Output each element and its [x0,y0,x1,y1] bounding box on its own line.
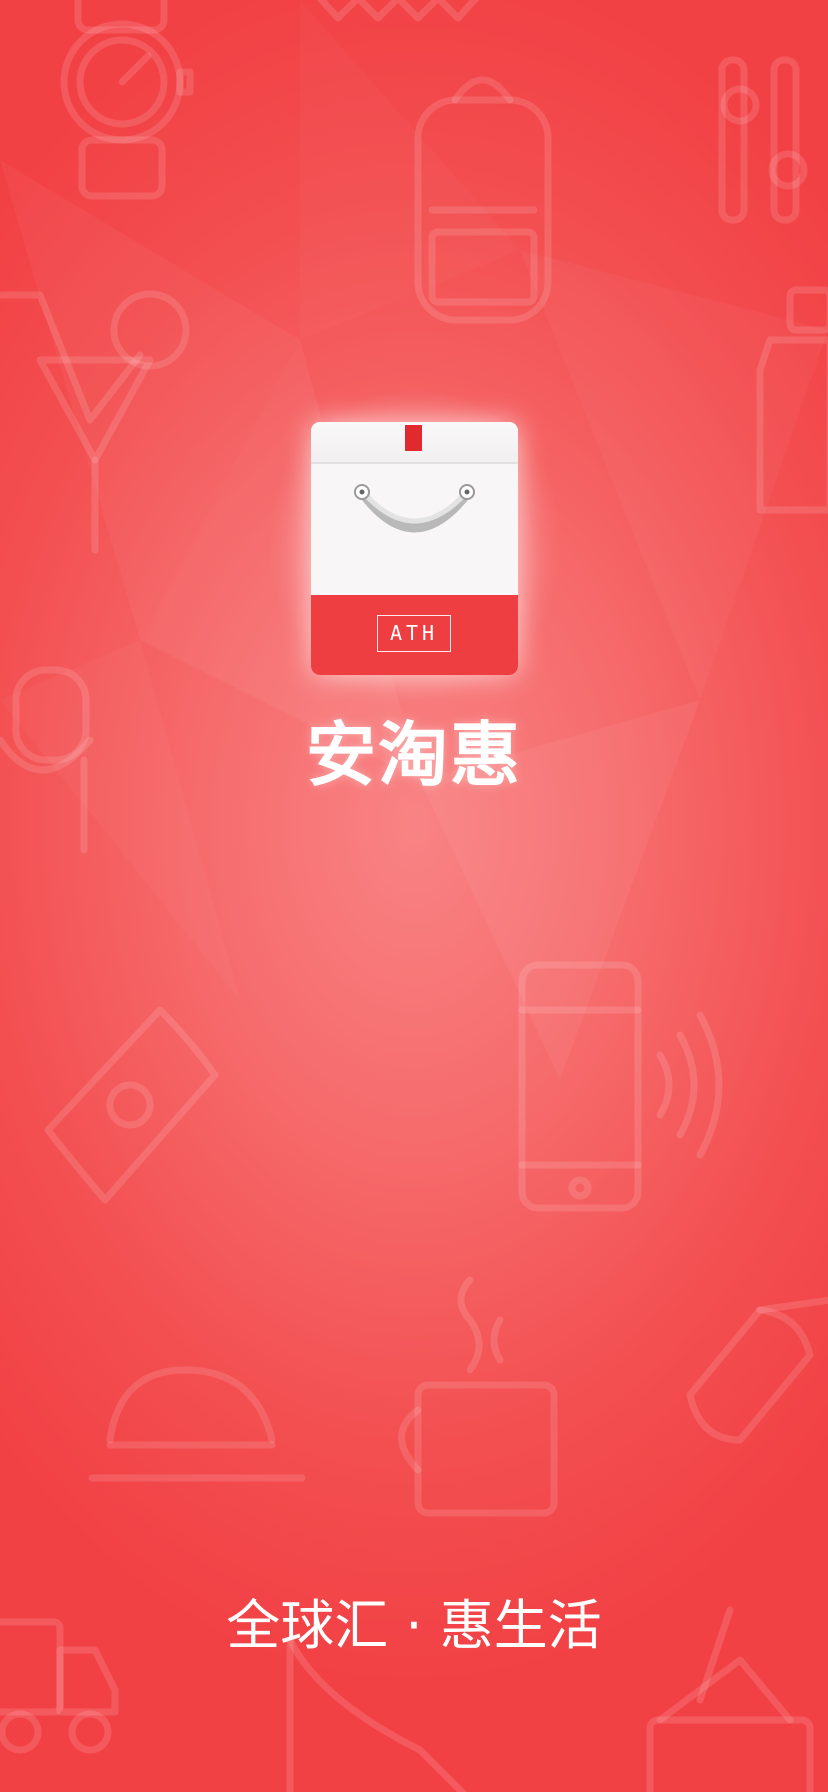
money-bill-icon [44,1006,219,1204]
hard-hat-icon [88,1366,306,1482]
app-name-title: 安淘惠 [306,714,522,796]
watch-icon [60,0,194,200]
splash-background [0,0,828,1792]
signal-waves-icon [656,1011,723,1159]
delivery-truck-icon [0,1618,119,1754]
cocktail-icon [0,290,190,554]
smartphone-icon [518,961,642,1212]
app-logo: ATH [311,422,518,675]
backpack-icon [414,76,552,324]
crown-icon [316,0,480,22]
fork-spoon-icon [718,56,808,224]
slogan-text: 全球汇 · 惠生活 [226,1594,602,1657]
bottle-icon [756,286,828,514]
bag-handle-icon [354,484,475,533]
logo-badge-text: ATH [377,615,451,652]
microphone-icon [0,666,94,854]
coffee-mug-icon [398,1276,558,1517]
sunglasses-icon [686,1296,828,1444]
shopping-basket-icon [646,1606,814,1792]
